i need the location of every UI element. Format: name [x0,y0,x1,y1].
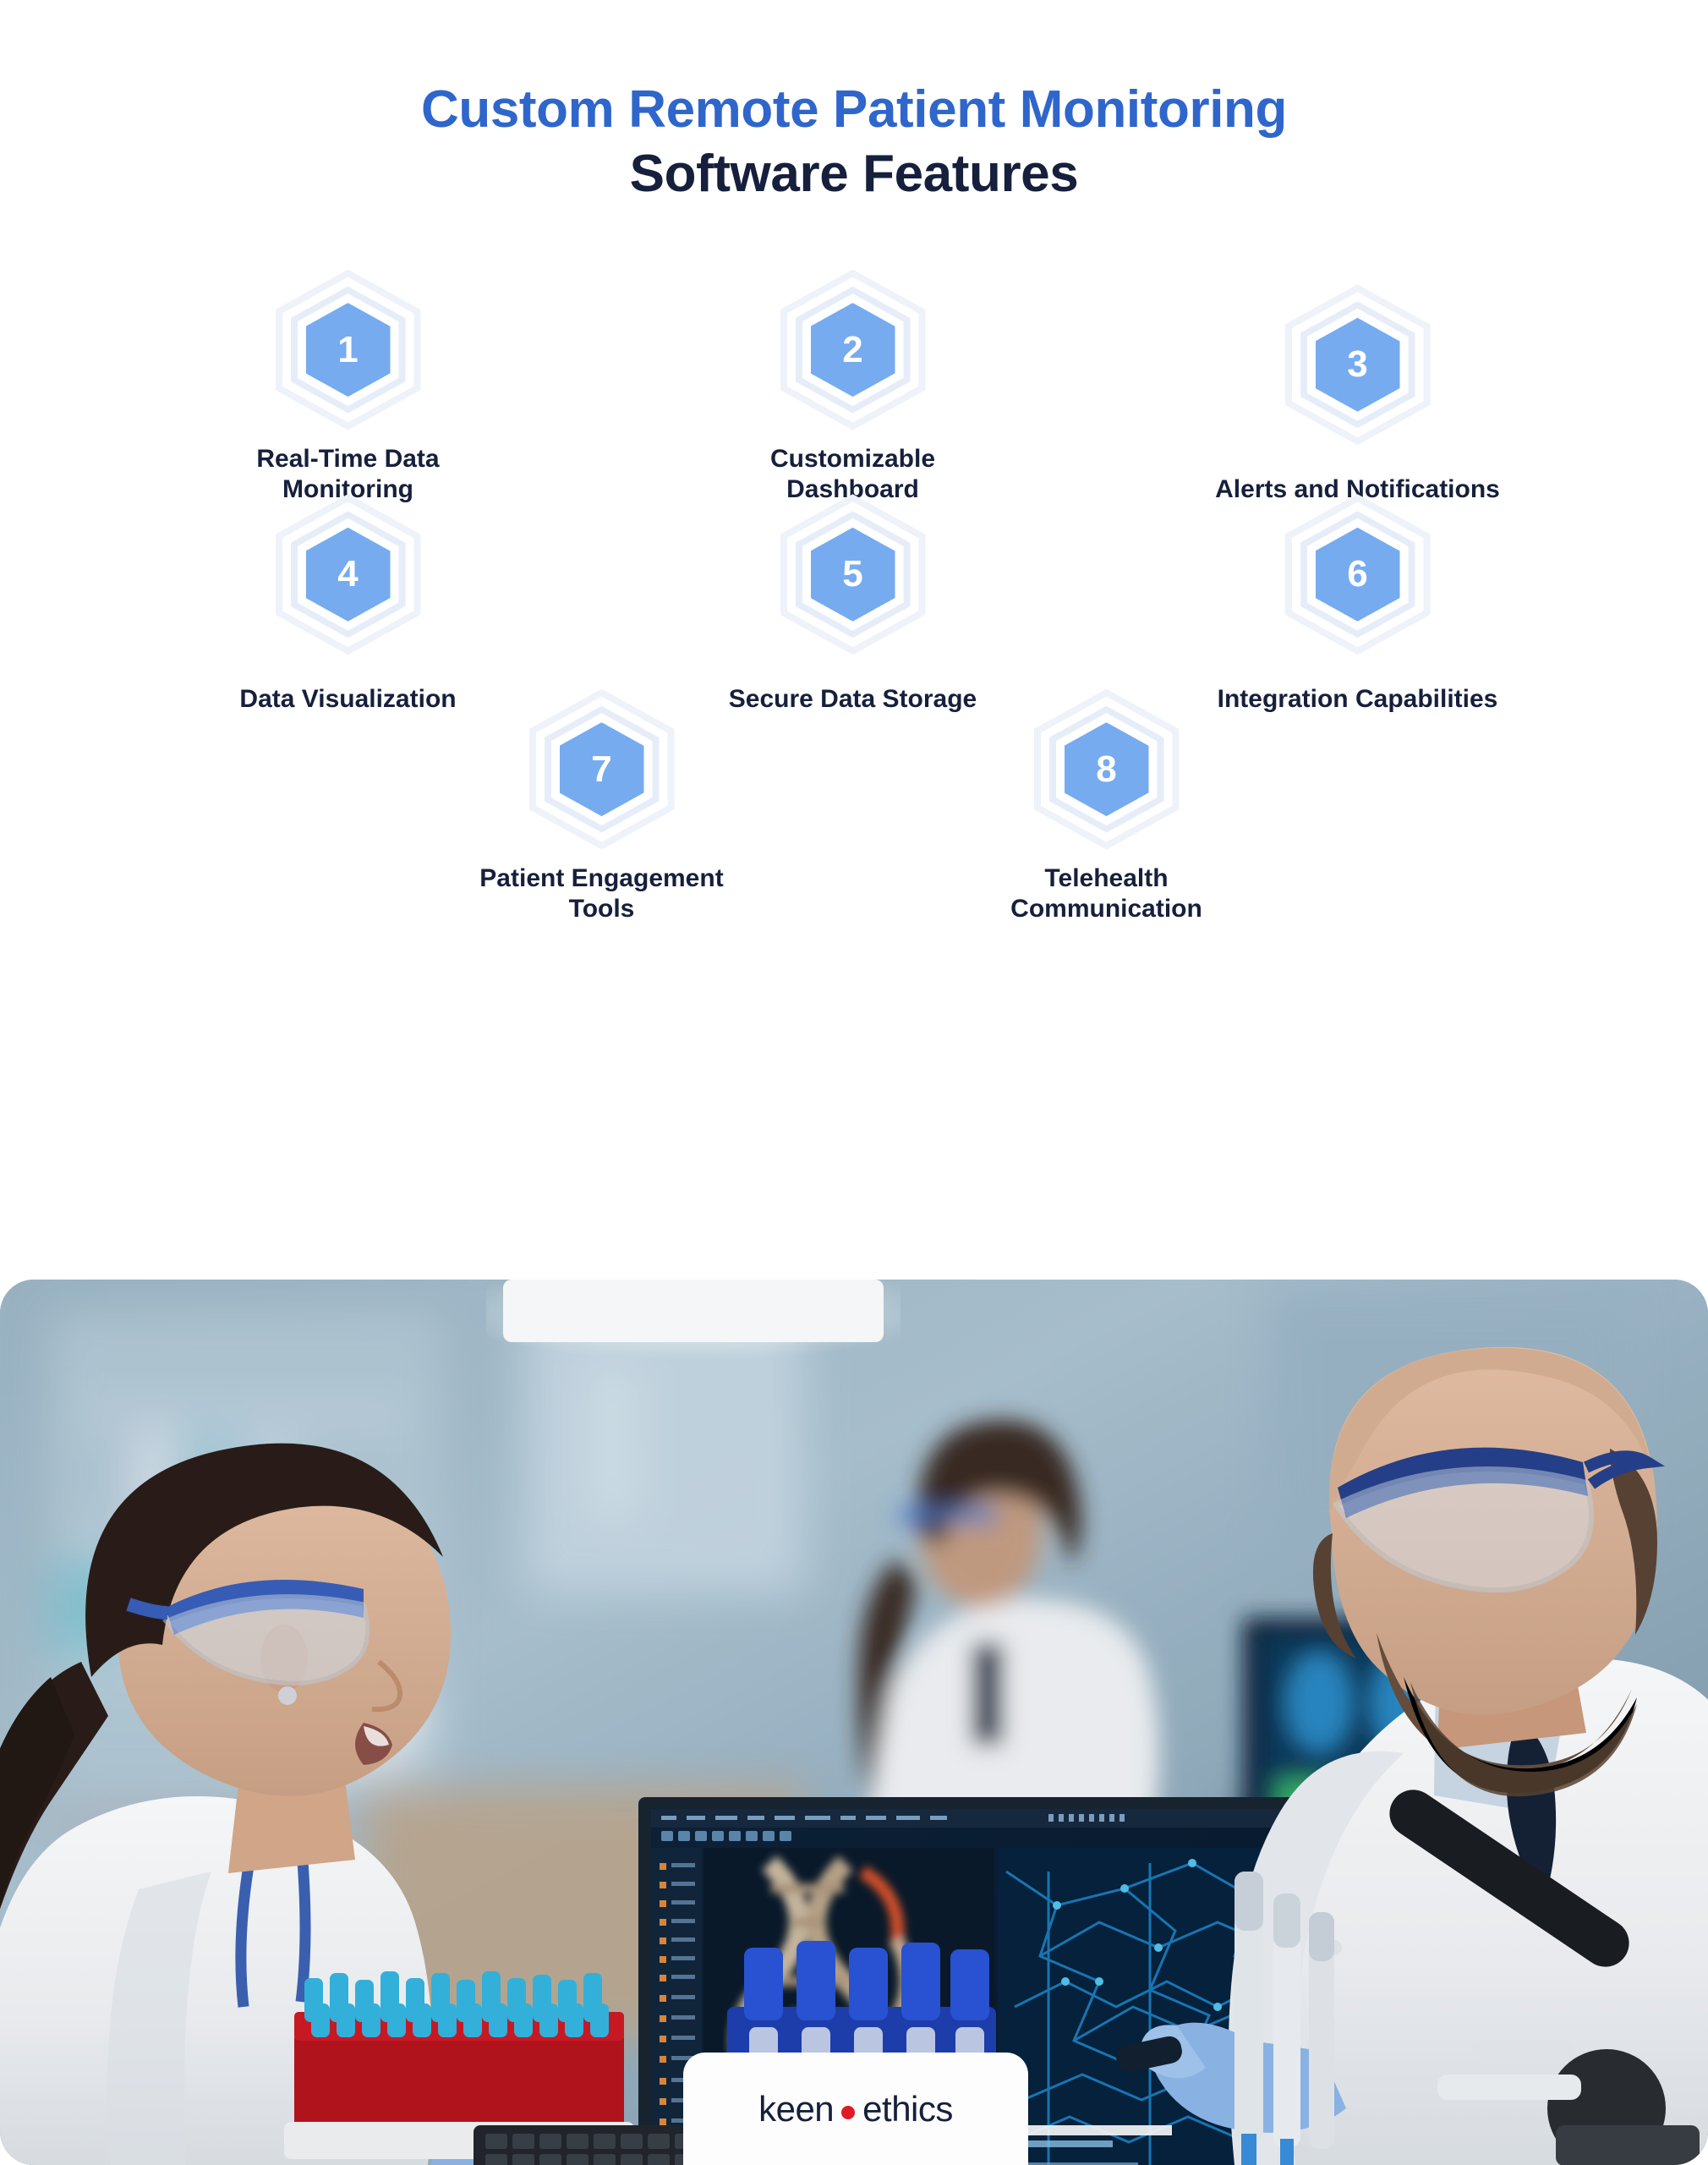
hexagon-badge-3: 3 [1279,284,1437,446]
feature-item-7: 7 Patient Engagement Tools [349,688,854,924]
laboratory-photo [0,1280,1708,2165]
logo-word-ethics: ethics [862,2088,953,2129]
feature-row-3: 7 Patient Engagement Tools 8 Telehealth … [349,688,1708,924]
logo-word-keen: keen [758,2088,835,2129]
feature-label-6: Integration Capabilities [1217,684,1498,713]
feature-grid: 1 Real-Time Data Monitoring 2 Customizab… [0,269,1708,924]
page-title-line-1: Custom Remote Patient Monitoring [421,80,1287,139]
hexagon-badge-5: 5 [775,494,932,655]
feature-label-8: Telehealth Communication [1010,864,1202,923]
feature-row-1: 1 Real-Time Data Monitoring 2 Customizab… [0,269,1708,504]
hexagon-badge-8: 8 [1028,688,1185,850]
feature-label-5: Secure Data Storage [728,684,977,713]
hexagon-badge-7: 7 [523,688,681,850]
hexagon-number-5: 5 [842,553,863,595]
feature-item-1: 1 Real-Time Data Monitoring [96,269,600,504]
keenethics-logo: keen ethics [758,2089,953,2129]
hexagon-number-4: 4 [337,553,359,595]
feature-item-4: 4 Data Visualization [96,494,600,714]
page-title: Custom Remote Patient Monitoring Softwar… [0,0,1708,206]
hexagon-number-6: 6 [1347,553,1368,595]
hexagon-number-2: 2 [842,328,863,370]
hexagon-number-7: 7 [591,748,612,790]
hexagon-badge-2: 2 [775,269,932,430]
feature-label-7: Patient Engagement Tools [479,864,724,923]
hexagon-number-8: 8 [1096,748,1117,790]
hexagon-badge-4: 4 [270,494,427,655]
hexagon-number-3: 3 [1347,343,1368,386]
hexagon-badge-1: 1 [270,269,427,430]
logo-dot-icon [841,2105,856,2119]
feature-item-5: 5 Secure Data Storage [600,494,1105,714]
hexagon-number-1: 1 [337,328,359,370]
keenethics-logo-card: keen ethics [683,2053,1028,2165]
feature-item-8: 8 Telehealth Communication [854,688,1359,924]
feature-item-2: 2 Customizable Dashboard [600,269,1105,504]
feature-row-2: 4 Data Visualization 5 Secure Data Stora… [0,494,1708,714]
feature-label-4: Data Visualization [239,684,457,713]
feature-item-6: 6 Integration Capabilities [1105,494,1610,714]
feature-item-3: 3 Alerts and Notifications [1105,284,1610,504]
laboratory-photo-illustration [0,1280,1708,2165]
page-title-line-2: Software Features [629,144,1079,203]
hexagon-badge-6: 6 [1279,494,1437,655]
